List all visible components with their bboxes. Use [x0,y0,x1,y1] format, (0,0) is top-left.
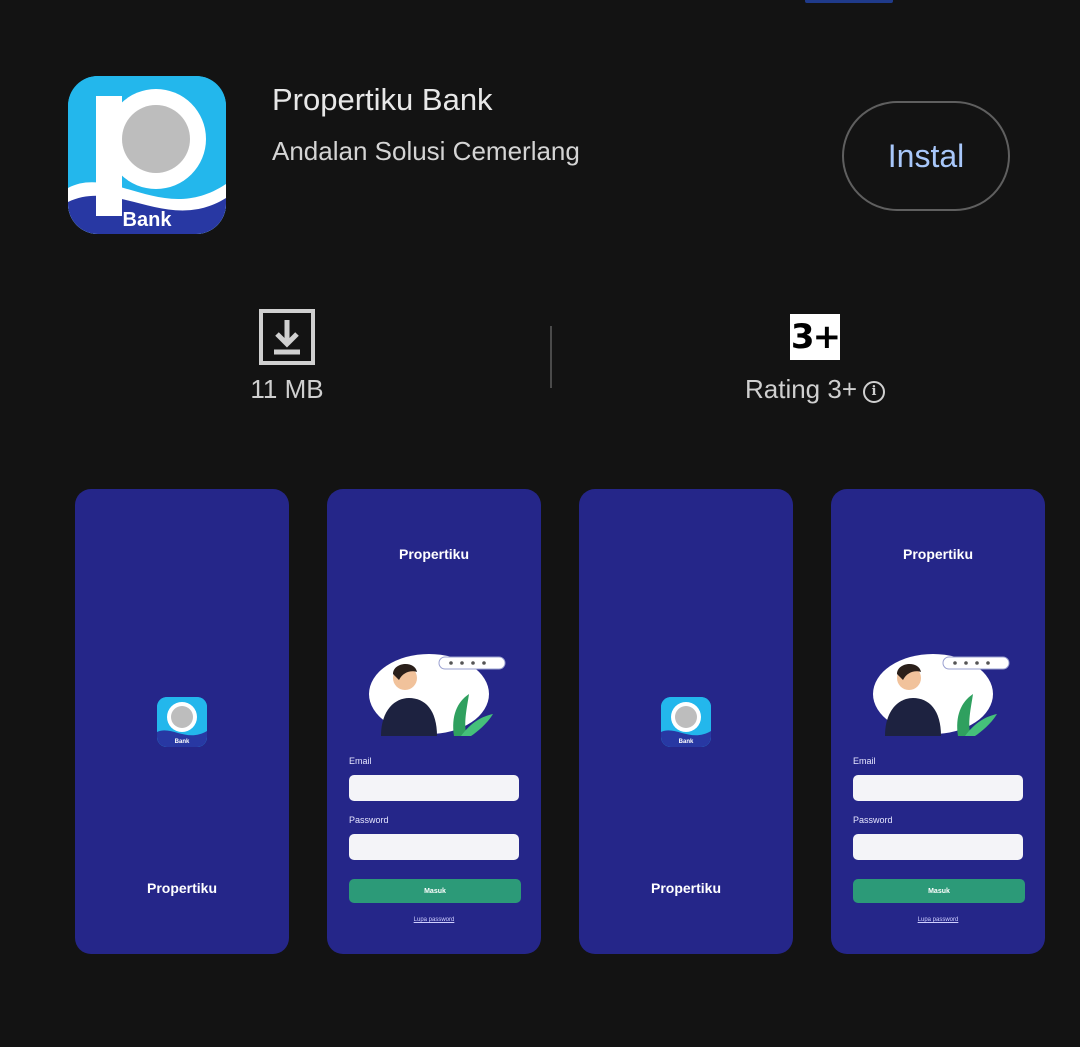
password-field [349,834,519,860]
email-label: Email [349,756,372,766]
screenshot-brand: Propertiku [650,880,721,896]
forgot-password-link: Lupa password [413,917,455,923]
screenshot-login-1[interactable]: Propertiku Email Password Masuk Lupa pas… [327,489,541,954]
screenshot-splash-2[interactable]: Bank Propertiku [579,489,793,954]
rating-label: Rating 3+ [744,374,858,404]
password-label: Password [349,815,389,825]
install-button[interactable]: Instal [842,101,1010,211]
screenshot-brand: Propertiku [398,546,469,562]
app-icon: Bank [68,76,226,234]
password-label: Password [853,815,893,825]
screenshot-login-2[interactable]: Propertiku Email Password Masuk Lupa pas… [831,489,1045,954]
download-icon [259,309,315,365]
mini-app-logo: Bank [157,697,207,747]
login-illustration [873,654,1010,736]
content-rating-stat[interactable]: 3+ Rating 3+ i [720,314,910,405]
email-label: Email [853,756,876,766]
login-button: Masuk [853,879,1025,903]
info-icon[interactable]: i [863,381,886,403]
stats-divider [550,326,552,388]
screenshot-brand: Propertiku [902,546,973,562]
mini-logo-label: Bank [175,739,190,745]
top-indicator [805,0,893,3]
email-field [853,775,1023,801]
login-button: Masuk [349,879,521,903]
rating-badge-icon: 3+ [790,314,841,360]
forgot-password-link: Lupa password [917,917,959,923]
screenshot-splash-1[interactable]: Bank Propertiku [75,489,289,954]
developer-name[interactable]: Andalan Solusi Cemerlang [272,136,580,167]
app-size-stat: 11 MB [225,308,349,405]
app-icon-label: Bank [123,209,173,231]
login-illustration [369,654,506,736]
mini-logo-label: Bank [679,739,694,745]
app-size-label: 11 MB [250,374,324,404]
mini-app-logo: Bank [661,697,711,747]
app-title: Propertiku Bank [272,82,493,117]
password-field [853,834,1023,860]
screenshot-brand: Propertiku [146,880,217,896]
email-field [349,775,519,801]
